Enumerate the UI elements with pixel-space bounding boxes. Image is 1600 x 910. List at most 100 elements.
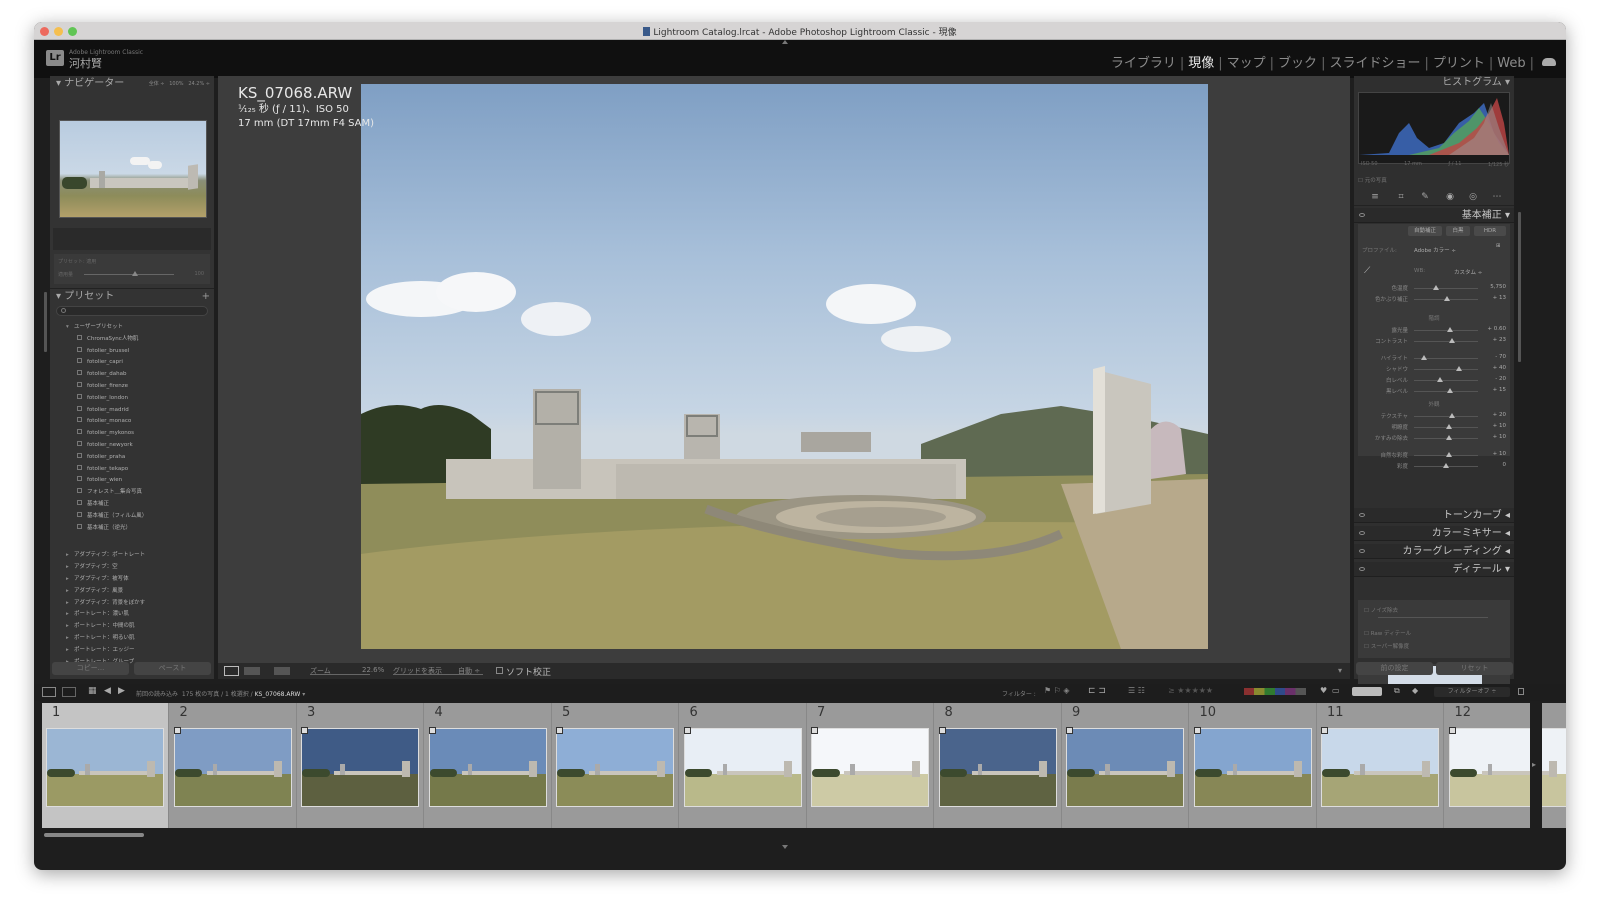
module-0[interactable]: ライブラリ (1111, 56, 1176, 71)
slider-track[interactable] (1414, 380, 1478, 381)
eye-icon[interactable] (1359, 549, 1365, 553)
preset-item[interactable]: ChromaSync人物肌 (50, 334, 214, 346)
histogram-header[interactable]: ヒストグラム ▾ (1442, 76, 1510, 90)
loupe-view-icon[interactable] (224, 666, 239, 676)
kind-filter[interactable] (1352, 687, 1382, 696)
flag-filter-icons[interactable]: ⚑ ⚐ ◈ (1044, 686, 1070, 695)
slider-knob[interactable] (1447, 388, 1454, 393)
slider-knob[interactable] (1455, 366, 1462, 371)
slider-knob[interactable] (1446, 424, 1453, 429)
rating-filter-stars[interactable]: ≥ ★★★★★ (1168, 686, 1213, 695)
slider-knob[interactable] (1433, 285, 1440, 290)
histogram[interactable]: ISO 50 17 mm ƒ / 11 1/125 秒 (1358, 92, 1510, 168)
module-4[interactable]: スライドショー (1329, 56, 1420, 71)
crop-icon[interactable]: ⌗ (1396, 192, 1406, 202)
preset-group[interactable]: ▸ アダプティブ：空 (50, 562, 214, 574)
top-panel-toggle-icon[interactable] (782, 40, 788, 44)
preset-item[interactable]: fotolier_wien (50, 475, 214, 487)
navigator-preview[interactable] (59, 120, 207, 218)
raw-detail-checkbox[interactable]: ☐ Raw ディテール (1364, 629, 1411, 637)
masking-icon[interactable]: ◎ (1468, 192, 1478, 202)
grid-option-select[interactable]: 自動 ÷ (458, 666, 480, 676)
color-label-filter[interactable] (1244, 688, 1306, 695)
module-5[interactable]: プリント (1433, 56, 1485, 71)
comment-icon[interactable]: ▭ (1332, 686, 1340, 695)
heart-icon[interactable]: ♥ (1320, 686, 1327, 695)
hdr-button[interactable]: HDR (1474, 226, 1506, 236)
preset-item[interactable]: fotolier_praha (50, 452, 214, 464)
navigator-zoom-options[interactable]: 全体 ÷ 100% 24.2% ÷ (149, 76, 210, 92)
module-6[interactable]: Web (1497, 56, 1525, 71)
panel-header-1[interactable]: カラーミキサー ◂ (1354, 526, 1514, 541)
filmstrip-cell[interactable]: 3 (297, 703, 424, 828)
preset-group[interactable]: ▸ アダプティブ：風景 (50, 586, 214, 598)
filmstrip-cell[interactable]: 12 (1444, 703, 1566, 828)
diamond-icon[interactable]: ◆ (1412, 686, 1418, 695)
add-preset-icon[interactable]: + (202, 289, 210, 305)
cloud-sync-icon[interactable] (1542, 58, 1556, 66)
navigator-header[interactable]: ▾ ナビゲーター 全体 ÷ 100% 24.2% ÷ (50, 76, 214, 92)
preset-item[interactable]: fotolier_capri (50, 357, 214, 369)
preset-group[interactable]: ▸ ポートレート：明るい肌 (50, 633, 214, 645)
slider-knob[interactable] (1449, 338, 1456, 343)
slider-knob[interactable] (1446, 435, 1453, 440)
show-original-checkbox[interactable]: ☐ 元の写真 (1358, 176, 1387, 184)
filmstrip-cell[interactable]: 10 (1189, 703, 1317, 828)
auto-button[interactable]: 自動補正 (1408, 226, 1442, 236)
before-after-icon[interactable] (244, 667, 260, 675)
preset-item[interactable]: フォレスト＿集合写真 (50, 487, 214, 499)
basic-panel-header[interactable]: 基本補正 ▾ (1354, 208, 1514, 223)
profile-select[interactable]: Adobe カラー ÷ (1414, 246, 1456, 254)
filmstrip-thumbnail[interactable] (1193, 728, 1312, 807)
preset-search-input[interactable] (56, 306, 208, 316)
main-photo[interactable] (361, 84, 1208, 649)
slider-track[interactable] (1414, 391, 1478, 392)
filter-select[interactable]: フィルターオフ ÷ (1434, 687, 1510, 697)
filmstrip-thumbnail[interactable] (301, 728, 419, 807)
copy-button[interactable]: コピー... (52, 662, 129, 675)
module-3[interactable]: ブック (1278, 56, 1317, 71)
right-panel-scrollbar[interactable] (1518, 212, 1521, 362)
filmstrip-thumbnail[interactable] (683, 728, 802, 807)
slider-knob[interactable] (1436, 377, 1443, 382)
filmstrip-thumbnail[interactable] (811, 728, 929, 807)
red-eye-icon[interactable]: ◉ (1445, 192, 1455, 202)
preset-group[interactable]: ▸ アダプティブ：被写体 (50, 574, 214, 586)
soft-proof-checkbox[interactable] (496, 667, 503, 674)
eye-icon[interactable] (1359, 531, 1365, 535)
slider-track[interactable] (1414, 341, 1478, 342)
preset-item[interactable]: fotolier_firenze (50, 381, 214, 393)
forward-arrow-icon[interactable]: ▶ (118, 686, 125, 696)
left-panel-scrollbar[interactable] (44, 292, 47, 352)
slider-knob[interactable] (1446, 452, 1453, 457)
filmstrip-cell[interactable]: 8 (934, 703, 1062, 828)
preset-item[interactable]: fotolier_london (50, 393, 214, 405)
presets-icon[interactable]: ⋯ (1492, 192, 1502, 202)
filmstrip-scrollbar[interactable] (44, 833, 144, 837)
preset-group[interactable]: ▸ ポートレート：中間の肌 (50, 621, 214, 633)
filmstrip-thumbnail[interactable] (556, 728, 674, 807)
preset-item[interactable]: 基本補正（逆光） (50, 523, 214, 535)
filmstrip-thumbnail[interactable] (938, 728, 1057, 807)
grid-view-icon[interactable]: ▦ (88, 686, 97, 696)
presets-header[interactable]: ▾ プリセット + (50, 288, 214, 304)
panel-header-3[interactable]: ディテール ▾ (1354, 562, 1514, 577)
main-window-icon[interactable] (42, 687, 56, 697)
filmstrip-next-icon[interactable]: ▸ (1532, 760, 1536, 769)
preset-item[interactable]: fotolier_dahab (50, 369, 214, 381)
previous-settings-button[interactable]: 前の設定 (1356, 662, 1433, 675)
profile-browser-icon[interactable]: ⊞ (1496, 243, 1501, 249)
slider-knob[interactable] (1446, 327, 1453, 332)
filmstrip-cell[interactable]: 2 (169, 703, 297, 828)
healing-icon[interactable]: ✎ (1420, 192, 1430, 202)
filmstrip-cell[interactable]: 11 (1317, 703, 1444, 828)
filmstrip-cell[interactable]: 7 (807, 703, 934, 828)
slider-knob[interactable] (1449, 413, 1456, 418)
preset-item[interactable]: fotolier_brussel (50, 346, 214, 358)
slider-track[interactable] (1414, 416, 1478, 417)
filmstrip-thumbnail[interactable] (1321, 728, 1439, 807)
slider-knob[interactable] (1443, 463, 1449, 468)
paste-button[interactable]: ペースト (134, 662, 211, 675)
filmstrip-cell[interactable]: 9 (1062, 703, 1189, 828)
preset-item[interactable]: fotolier_madrid (50, 405, 214, 417)
